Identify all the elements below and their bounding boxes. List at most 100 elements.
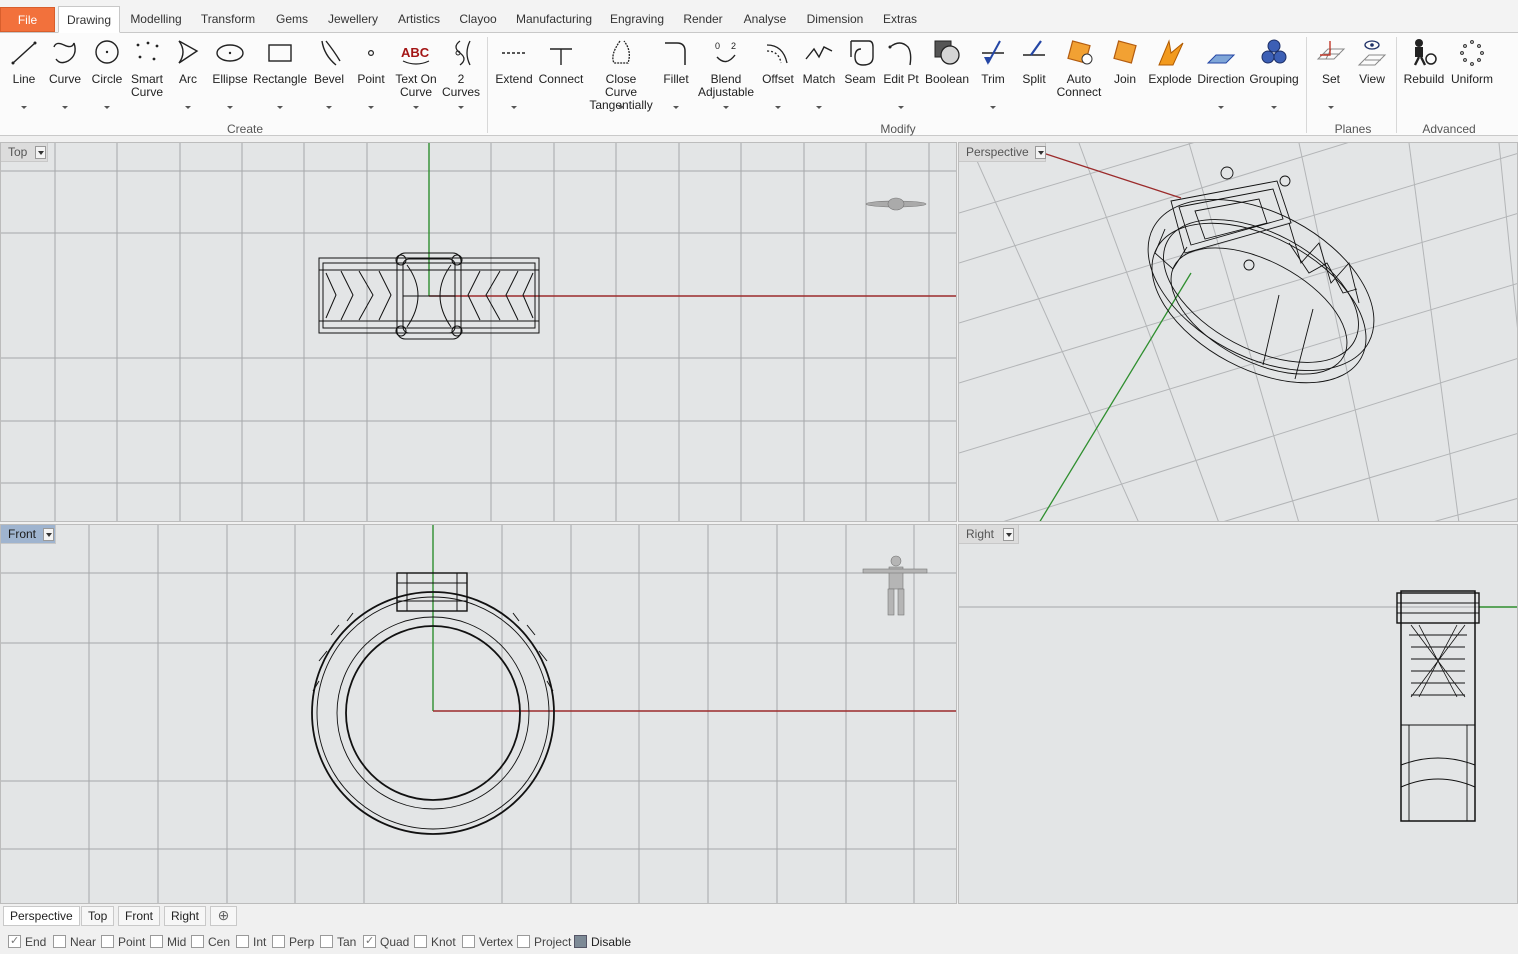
tab-artistics[interactable]: Artistics: [392, 6, 446, 33]
osnap-mid[interactable]: Mid: [150, 935, 186, 949]
chevron-down-icon[interactable]: [816, 106, 822, 109]
viewport-right[interactable]: Right: [958, 524, 1518, 904]
close-curve-button[interactable]: Close Curve Tangentially: [589, 33, 653, 121]
chevron-down-icon[interactable]: [618, 106, 624, 109]
osnap-project[interactable]: Project: [517, 935, 571, 949]
chevron-down-icon[interactable]: [21, 106, 27, 109]
checkbox-project[interactable]: [517, 935, 530, 948]
direction-button[interactable]: Direction: [1197, 33, 1245, 121]
checkbox-end[interactable]: [8, 934, 21, 948]
grouping-button[interactable]: Grouping: [1249, 33, 1299, 121]
circle-button[interactable]: Circle: [90, 33, 124, 121]
match-button[interactable]: Match: [802, 33, 836, 121]
chevron-down-icon[interactable]: [511, 106, 517, 109]
explode-button[interactable]: Explode: [1148, 33, 1192, 121]
checkbox-knot[interactable]: [414, 935, 427, 948]
checkbox-near[interactable]: [53, 935, 66, 948]
viewport-perspective[interactable]: Perspective: [958, 142, 1518, 522]
set-plane-button[interactable]: Set: [1314, 33, 1348, 121]
osnap-int[interactable]: Int: [236, 935, 266, 949]
osnap-quad[interactable]: Quad: [363, 934, 409, 949]
curve-button[interactable]: Curve: [48, 33, 82, 121]
auto-connect-button[interactable]: Auto Connect: [1057, 33, 1101, 121]
tab-manufacturing[interactable]: Manufacturing: [512, 6, 596, 33]
tab-modelling[interactable]: Modelling: [124, 6, 188, 33]
add-tab-icon[interactable]: ⊕: [210, 906, 237, 926]
toggle-disable[interactable]: [574, 935, 587, 948]
osnap-point[interactable]: Point: [101, 935, 145, 949]
rectangle-button[interactable]: Rectangle: [253, 33, 307, 121]
chevron-down-icon[interactable]: [185, 106, 191, 109]
join-button[interactable]: Join: [1108, 33, 1142, 121]
tab-render[interactable]: Render: [680, 6, 726, 33]
chevron-down-icon[interactable]: [368, 106, 374, 109]
connect-button[interactable]: Connect: [539, 33, 583, 121]
ring-right-view[interactable]: [1396, 590, 1480, 822]
tab-engraving[interactable]: Engraving: [604, 6, 670, 33]
tab-dimension[interactable]: Dimension: [802, 6, 868, 33]
tab-front[interactable]: Front: [118, 906, 161, 926]
checkbox-point[interactable]: [101, 935, 114, 948]
checkbox-tan[interactable]: [320, 935, 333, 948]
chevron-down-icon[interactable]: [326, 106, 332, 109]
osnap-perp[interactable]: Perp: [272, 935, 314, 949]
viewport-label-perspective[interactable]: Perspective: [959, 143, 1046, 162]
viewport-right-canvas[interactable]: [959, 525, 1518, 904]
trim-button[interactable]: Trim: [976, 33, 1010, 121]
viewport-menu-top[interactable]: [35, 146, 46, 159]
chevron-down-icon[interactable]: [990, 106, 996, 109]
rebuild-button[interactable]: Rebuild: [1404, 33, 1444, 121]
osnap-near[interactable]: Near: [53, 935, 96, 949]
chevron-down-icon[interactable]: [775, 106, 781, 109]
tab-transform[interactable]: Transform: [196, 6, 260, 33]
boolean-button[interactable]: Boolean: [925, 33, 969, 121]
osnap-disable[interactable]: Disable: [574, 935, 631, 949]
chevron-down-icon[interactable]: [898, 106, 904, 109]
tab-clayoo[interactable]: Clayoo: [454, 6, 502, 33]
chevron-down-icon[interactable]: [227, 106, 233, 109]
two-curves-button[interactable]: 2 Curves: [442, 33, 480, 121]
seam-button[interactable]: Seam: [844, 33, 876, 121]
blend-button[interactable]: 02 Blend Adjustable: [698, 33, 754, 121]
chevron-down-icon[interactable]: [104, 106, 110, 109]
checkbox-vertex[interactable]: [462, 935, 475, 948]
tab-extras[interactable]: Extras: [876, 6, 924, 33]
viewport-perspective-canvas[interactable]: [959, 143, 1518, 522]
edit-point-button[interactable]: Edit Pt: [883, 33, 919, 121]
checkbox-mid[interactable]: [150, 935, 163, 948]
osnap-tan[interactable]: Tan: [320, 935, 356, 949]
chevron-down-icon[interactable]: [458, 106, 464, 109]
tab-gems[interactable]: Gems: [270, 6, 314, 33]
tab-perspective[interactable]: Perspective: [3, 906, 80, 926]
viewport-front-canvas[interactable]: [1, 525, 957, 904]
chevron-down-icon[interactable]: [1271, 106, 1277, 109]
uniform-button[interactable]: Uniform: [1451, 33, 1493, 121]
checkbox-quad[interactable]: [363, 934, 376, 948]
osnap-vertex[interactable]: Vertex: [462, 935, 513, 949]
tab-drawing[interactable]: Drawing: [58, 6, 120, 33]
tab-file[interactable]: File: [0, 7, 55, 32]
viewport-top-canvas[interactable]: [1, 143, 957, 522]
chevron-down-icon[interactable]: [413, 106, 419, 109]
chevron-down-icon[interactable]: [277, 106, 283, 109]
ellipse-button[interactable]: Ellipse: [210, 33, 250, 121]
arc-button[interactable]: Arc: [172, 33, 204, 121]
chevron-down-icon[interactable]: [62, 106, 68, 109]
tab-jewellery[interactable]: Jewellery: [322, 6, 384, 33]
chevron-down-icon[interactable]: [673, 106, 679, 109]
viewport-front[interactable]: Front: [0, 524, 957, 904]
chevron-down-icon[interactable]: [1218, 106, 1224, 109]
smart-curve-button[interactable]: Smart Curve: [130, 33, 164, 121]
chevron-down-icon[interactable]: [723, 106, 729, 109]
osnap-knot[interactable]: Knot: [414, 935, 456, 949]
viewport-menu-perspective[interactable]: [1035, 146, 1046, 159]
ring-perspective-view[interactable]: [1119, 164, 1402, 416]
split-button[interactable]: Split: [1018, 33, 1050, 121]
text-on-curve-button[interactable]: ABC Text On Curve: [395, 33, 437, 121]
tab-analyse[interactable]: Analyse: [738, 6, 792, 33]
viewport-top[interactable]: Top: [0, 142, 957, 522]
extend-button[interactable]: Extend: [495, 33, 533, 121]
checkbox-int[interactable]: [236, 935, 249, 948]
bevel-button[interactable]: Bevel: [312, 33, 346, 121]
offset-button[interactable]: Offset: [760, 33, 796, 121]
